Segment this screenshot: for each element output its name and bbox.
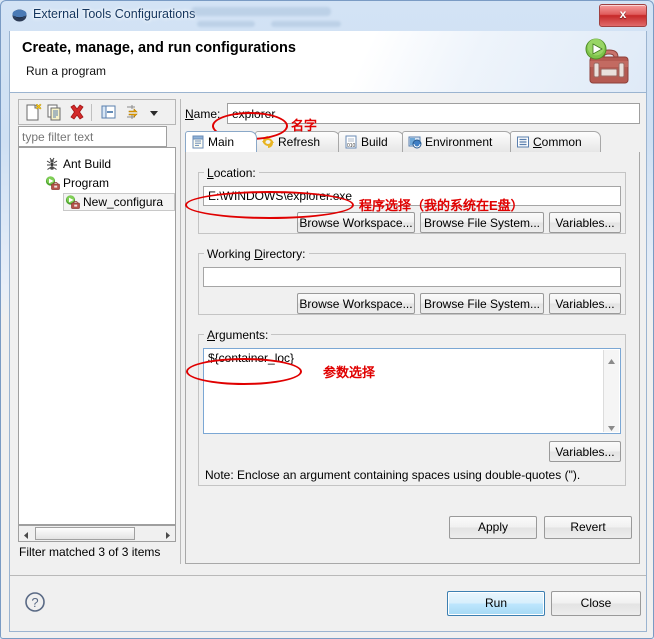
dialog-content: Ant Build Program <box>9 93 647 576</box>
tree-item-ant-build[interactable]: Ant Build <box>19 155 175 173</box>
arguments-variables-button[interactable]: Variables... <box>549 441 621 462</box>
arguments-vertical-scrollbar[interactable] <box>603 350 619 432</box>
window-title: External Tools Configurations <box>33 7 196 21</box>
tab-label: Main <box>208 135 235 149</box>
tree-item-label: New_configura <box>83 195 164 209</box>
tree-item-program[interactable]: Program <box>19 174 175 192</box>
tab-label: Build <box>361 135 388 149</box>
title-ghost-text <box>191 1 371 31</box>
refresh-tab-icon <box>261 135 275 149</box>
tree-horizontal-scrollbar[interactable] <box>18 525 176 542</box>
run-toolbox-icon <box>574 35 636 91</box>
configuration-editor: Name: explorer Main Refresh 010 Build En… <box>185 99 640 564</box>
annotation-location-text: 程序选择（我的系统在E盘） <box>359 198 524 213</box>
environment-tab-icon <box>408 135 422 149</box>
tree-item-label: Program <box>63 176 110 190</box>
workdir-browse-workspace-button[interactable]: Browse Workspace... <box>297 293 415 314</box>
scroll-down-icon[interactable] <box>607 421 616 431</box>
workdir-variables-button[interactable]: Variables... <box>549 293 621 314</box>
working-directory-input[interactable] <box>204 268 620 286</box>
tab-label: Refresh <box>278 135 321 149</box>
filter-input[interactable] <box>19 127 166 146</box>
delete-configuration-icon[interactable] <box>67 103 87 122</box>
filter-status-label: Filter matched 3 of 3 items <box>19 545 161 559</box>
name-label: Name: <box>185 107 221 121</box>
location-variables-button[interactable]: Variables... <box>549 212 621 233</box>
close-icon: x <box>619 7 627 21</box>
eclipse-app-icon <box>12 8 27 23</box>
dialog-button-bar: ? Run Close <box>9 576 647 632</box>
annotation-arguments-text: 参数选择 <box>323 365 376 380</box>
tree-item-label: Ant Build <box>63 157 112 171</box>
revert-button[interactable]: Revert <box>544 516 632 539</box>
filter-input-wrapper <box>18 126 167 147</box>
working-directory-group-label: Working Directory: <box>204 247 309 261</box>
scroll-right-icon[interactable] <box>163 529 172 539</box>
configuration-tabs: Main Refresh 010 Build Environment Commo… <box>185 131 640 153</box>
help-icon[interactable]: ? <box>24 591 46 613</box>
main-tab-icon <box>191 135 205 149</box>
program-icon <box>65 195 80 212</box>
duplicate-configuration-icon[interactable] <box>45 103 65 122</box>
toolbar-separator <box>91 104 92 121</box>
tab-main[interactable]: Main <box>185 131 257 152</box>
svg-text:010: 010 <box>347 143 356 149</box>
common-tab-icon <box>516 135 530 149</box>
configurations-tree[interactable]: Ant Build Program New_configura <box>18 147 176 525</box>
close-button[interactable]: Close <box>551 591 641 616</box>
tab-environment[interactable]: Environment <box>402 131 512 152</box>
working-directory-input-wrapper <box>203 267 621 287</box>
tab-label: Environment <box>425 135 493 149</box>
tab-refresh[interactable]: Refresh <box>255 131 340 152</box>
arguments-value: ${container_loc} <box>208 351 295 365</box>
build-tab-icon: 010 <box>344 135 358 149</box>
location-browse-filesystem-button[interactable]: Browse File System... <box>420 212 544 233</box>
configurations-toolbar <box>18 99 176 125</box>
location-group-label: Location: <box>204 166 259 180</box>
apply-button[interactable]: Apply <box>449 516 537 539</box>
new-configuration-icon[interactable] <box>23 103 43 122</box>
name-row: Name: <box>185 103 640 125</box>
scroll-thumb[interactable] <box>35 527 135 540</box>
svg-text:?: ? <box>31 595 38 610</box>
tree-item-new-configuration[interactable]: New_configura <box>19 193 175 211</box>
tab-label: Common <box>533 135 582 149</box>
collapse-all-icon[interactable] <box>99 103 119 122</box>
arguments-group-label: Arguments: <box>204 328 272 342</box>
arguments-textarea[interactable]: ${container_loc} <box>203 348 621 434</box>
tab-common[interactable]: Common <box>510 131 601 152</box>
page-title: Create, manage, and run configurations <box>22 40 296 56</box>
name-input-wrapper <box>227 103 640 124</box>
panel-divider[interactable] <box>180 99 181 564</box>
configurations-panel: Ant Build Program <box>18 99 176 564</box>
location-browse-workspace-button[interactable]: Browse Workspace... <box>297 212 415 233</box>
scroll-left-icon[interactable] <box>22 529 31 539</box>
title-bar: External Tools Configurations x <box>1 1 653 31</box>
tab-build[interactable]: 010 Build <box>338 131 404 152</box>
scroll-up-icon[interactable] <box>607 354 616 364</box>
arguments-group: Arguments: ${container_loc} Variables...… <box>198 328 626 486</box>
dialog-header: Create, manage, and run configurations R… <box>9 31 647 93</box>
name-input[interactable] <box>228 104 639 123</box>
run-button[interactable]: Run <box>447 591 545 616</box>
chevron-down-icon[interactable] <box>147 103 161 122</box>
ant-icon <box>45 157 59 174</box>
close-window-button[interactable]: x <box>599 4 647 27</box>
annotation-name-text: 名字 <box>291 118 318 133</box>
page-subtitle: Run a program <box>26 64 107 78</box>
workdir-browse-filesystem-button[interactable]: Browse File System... <box>420 293 544 314</box>
working-directory-group: Working Directory: Browse Workspace... B… <box>198 247 626 315</box>
filter-icon[interactable] <box>123 103 143 122</box>
program-icon <box>45 176 60 193</box>
external-tools-configurations-window: External Tools Configurations x Create, … <box>0 0 654 639</box>
arguments-note: Note: Enclose an argument containing spa… <box>205 468 581 482</box>
